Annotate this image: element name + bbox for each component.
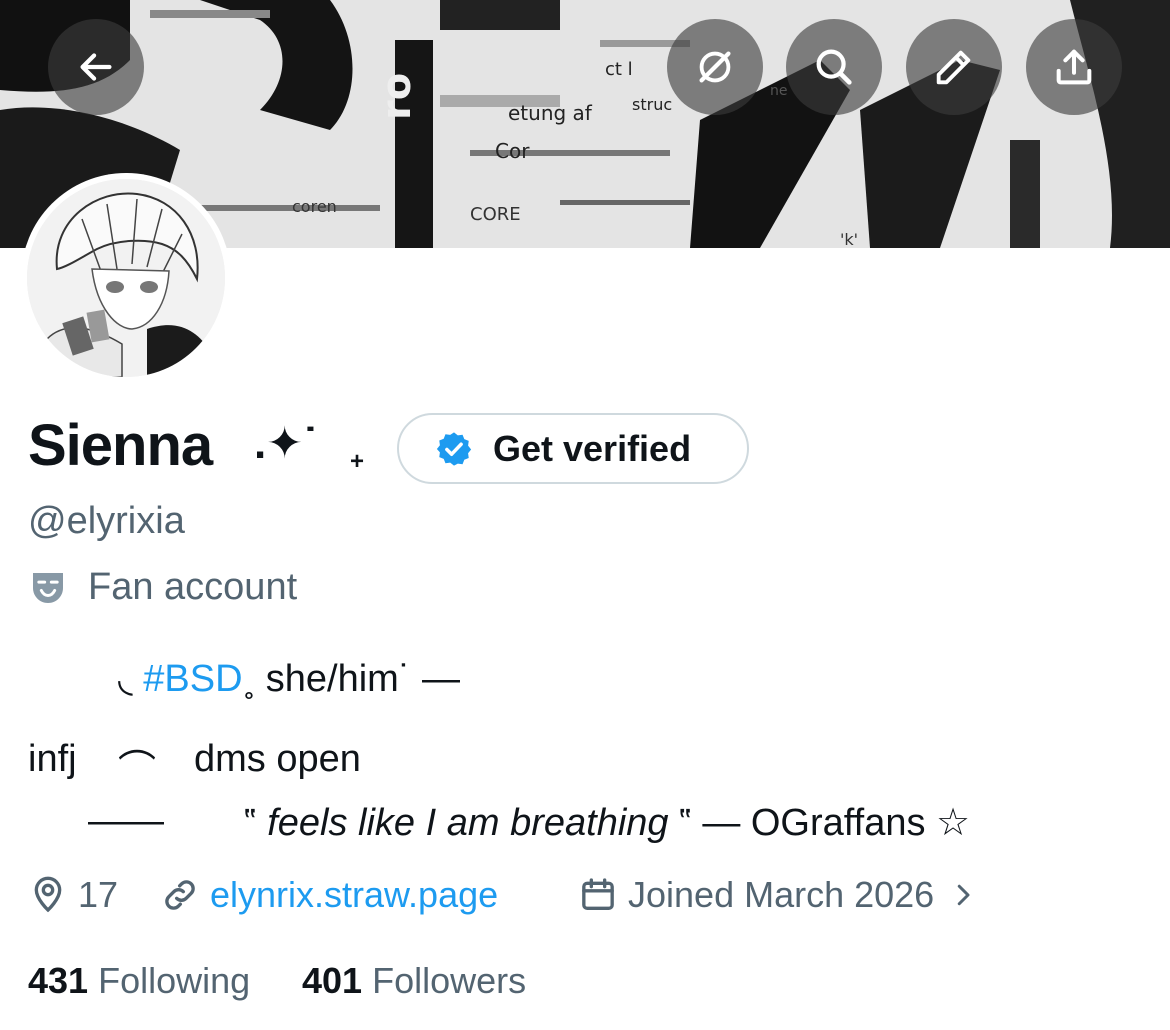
following-label: Following: [98, 960, 251, 1001]
get-verified-label: Get verified: [493, 427, 692, 469]
display-name-decoration: .✦˙: [254, 419, 318, 468]
bio-arc-symbol: ⌒: [118, 749, 157, 791]
avatar-image: [27, 179, 225, 377]
followers-label: Followers: [372, 960, 527, 1001]
banner-text-fragment: ct l: [605, 59, 633, 80]
bio-suffix: ˙ —: [398, 658, 461, 700]
category-label: Fan account: [88, 566, 298, 608]
bio-quote-close: ‟ — OGraffans ☆: [679, 802, 971, 844]
verified-badge-icon: [436, 431, 472, 466]
banner-text-fragment: ne: [770, 83, 788, 99]
followers-count: 401: [302, 960, 363, 1001]
display-name: Sienna: [28, 413, 213, 478]
calendar-icon: [582, 878, 614, 910]
bio-separator: ˳: [242, 658, 256, 700]
bio-dms-open: dms open: [194, 738, 361, 780]
share-upload-icon: [1056, 49, 1092, 85]
bio-prefix: ◟: [118, 658, 133, 700]
profile-avatar[interactable]: [21, 173, 231, 383]
bio-quote-line: ‟ feels like I am breathing ‟ — OGraffan…: [244, 800, 970, 845]
display-name-plus: +: [350, 448, 365, 475]
bio-line-1: ◟ #BSD˳ she/him˙ —: [118, 656, 460, 701]
location-label: 17: [78, 874, 119, 915]
banner-text-fragment: etung af: [508, 101, 593, 125]
profile-location: 17: [28, 874, 118, 916]
banner-text-fragment: Cor: [495, 139, 530, 163]
bio-pronouns: she/him: [265, 658, 399, 700]
followers-link[interactable]: 401 Followers: [302, 960, 526, 1002]
profile-website[interactable]: elynrix.straw.page: [160, 874, 498, 916]
banner-text-fragment: CORE: [470, 204, 521, 225]
search-button[interactable]: [786, 19, 882, 115]
website-link[interactable]: elynrix.straw.page: [210, 874, 498, 916]
location-pin-icon: [34, 876, 62, 913]
user-handle: @elyrixia: [28, 500, 185, 542]
edit-pencil-icon: [936, 50, 971, 85]
banner-text-fragment: coren: [292, 197, 337, 216]
bio-hashtag-link[interactable]: #BSD: [143, 658, 242, 700]
link-icon: [165, 880, 195, 910]
following-link[interactable]: 431 Following: [28, 960, 250, 1002]
banner-text-fragment: 'k': [840, 230, 858, 248]
joined-label: Joined March 2026: [628, 874, 935, 915]
bio-quote-open: ‟: [244, 802, 257, 844]
bio-mbti: infj: [28, 738, 77, 780]
grok-button[interactable]: [667, 19, 763, 115]
search-icon: [816, 49, 852, 85]
arrow-left-icon: [80, 53, 112, 81]
following-count: 431: [28, 960, 89, 1001]
edit-button[interactable]: [906, 19, 1002, 115]
grok-icon: [699, 51, 731, 83]
banner-text-fragment: ro: [374, 73, 420, 120]
bio-dash: ——: [88, 800, 164, 842]
bio-quote-text: feels like I am breathing: [267, 802, 669, 844]
profile-joined[interactable]: Joined March 2026: [578, 874, 978, 916]
profile-category: Fan account: [28, 566, 297, 609]
back-button[interactable]: [48, 19, 144, 115]
chevron-right-icon: [957, 884, 970, 906]
get-verified-button[interactable]: Get verified: [397, 413, 749, 484]
share-button[interactable]: [1026, 19, 1122, 115]
theater-mask-icon: [33, 572, 63, 603]
banner-text-fragment: struc: [632, 95, 672, 114]
